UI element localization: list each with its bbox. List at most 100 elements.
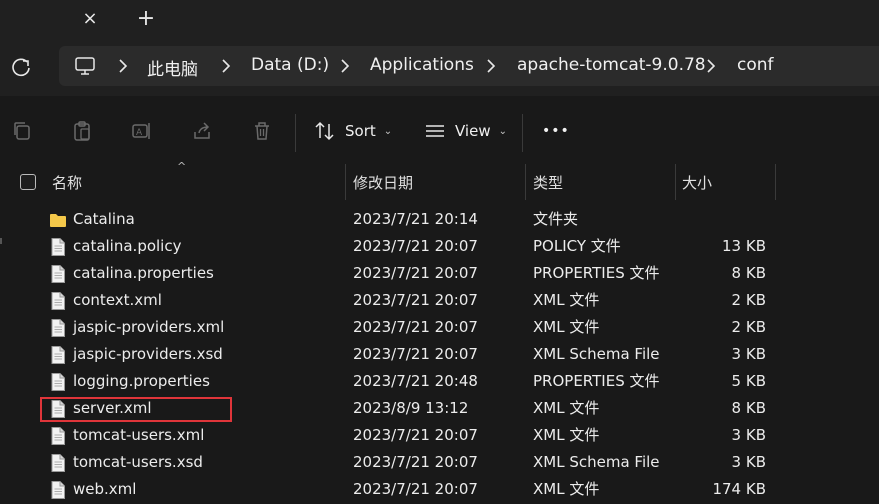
file-name: context.xml [73,291,162,309]
chevron-down-icon: ⌄ [498,125,507,137]
breadcrumb-item-drive[interactable]: Data (D:) [251,55,329,75]
svg-text:A: A [136,128,143,138]
file-size: 8 KB [731,399,766,417]
file-name: web.xml [73,480,137,498]
file-type: PROPERTIES 文件 [533,264,660,282]
chevron-right-icon[interactable] [219,58,233,74]
this-pc-icon[interactable] [74,55,96,77]
toolbar-divider [522,114,523,152]
file-date-modified: 2023/7/21 20:07 [353,345,478,363]
file-size: 5 KB [731,372,766,390]
column-header-row: ^ 名称 修改日期 类型 大小 [0,160,879,200]
file-date-modified: 2023/7/21 20:07 [353,426,478,444]
column-divider[interactable] [775,164,776,200]
file-date-modified: 2023/7/21 20:07 [353,291,478,309]
address-bar[interactable]: 此电脑 Data (D:) Applications apache-tomcat… [59,46,879,86]
file-date-modified: 2023/7/21 20:07 [353,453,478,471]
breadcrumb-item-applications[interactable]: Applications [370,55,474,75]
file-icon [49,480,67,500]
file-icon [49,291,67,311]
column-divider[interactable] [345,164,346,200]
file-date-modified: 2023/8/9 13:12 [353,399,469,417]
file-row[interactable]: catalina.properties 2023/7/21 20:07 PROPER… [0,260,879,287]
paste-icon[interactable] [71,120,93,142]
file-date-modified: 2023/7/21 20:07 [353,480,478,498]
view-button[interactable]: View ⌄ [424,118,507,144]
command-bar: A Sort ⌄ View ⌄ ••• [0,96,879,164]
file-size: 3 KB [731,426,766,444]
chevron-right-icon[interactable] [484,58,498,74]
new-tab-button[interactable]: + [133,5,159,31]
chevron-right-icon[interactable] [338,58,352,74]
file-row[interactable]: context.xml 2023/7/21 20:07 XML 文件 2 KB [0,287,879,314]
rename-icon[interactable]: A [131,120,153,142]
file-date-modified: 2023/7/21 20:07 [353,237,478,255]
share-icon[interactable] [191,120,213,142]
file-date-modified: 2023/7/21 20:07 [353,318,478,336]
file-icon [49,453,67,473]
file-icon [49,237,67,257]
refresh-icon[interactable] [10,56,32,78]
file-row[interactable]: jaspic-providers.xml 2023/7/21 20:07 XML 文… [0,314,879,341]
file-icon [49,426,67,446]
toolbar-divider [295,114,296,152]
chevron-right-icon[interactable] [704,58,718,74]
sort-button[interactable]: Sort ⌄ [314,118,392,144]
file-size: 3 KB [731,345,766,363]
breadcrumb-item-this-pc[interactable]: 此电脑 [147,55,198,80]
file-icon [49,372,67,392]
file-size [676,206,766,233]
file-type: 文件夹 [533,210,579,228]
view-label: View [455,122,491,140]
sort-label: Sort [345,122,376,140]
tab-strip: × + [0,0,879,36]
file-row[interactable]: tomcat-users.xml 2023/7/21 20:07 XML 文件 3 K… [0,422,879,449]
close-tab-button[interactable]: × [77,5,103,31]
breadcrumb-item-conf[interactable]: conf [737,55,774,75]
column-header-type[interactable]: 类型 [533,164,673,200]
file-row[interactable]: logging.properties 2023/7/21 20:48 PROPERT… [0,368,879,395]
file-size: 13 KB [722,237,766,255]
more-icon: ••• [542,123,570,139]
select-all-checkbox[interactable] [20,174,36,190]
file-row[interactable]: jaspic-providers.xsd 2023/7/21 20:07 XML S… [0,341,879,368]
copy-icon[interactable] [11,120,33,142]
file-size: 8 KB [731,264,766,282]
file-date-modified: 2023/7/21 20:07 [353,264,478,282]
file-row[interactable]: tomcat-users.xsd 2023/7/21 20:07 XML Schem… [0,449,879,476]
file-size: 174 KB [712,480,766,498]
file-name: catalina.properties [73,264,214,282]
file-name: jaspic-providers.xsd [73,345,223,363]
column-header-size[interactable]: 大小 [682,164,772,200]
file-name: jaspic-providers.xml [73,318,225,336]
file-icon [49,264,67,284]
column-divider[interactable] [675,164,676,200]
annotation-highlight-box [40,397,232,422]
file-name: catalina.policy [73,237,182,255]
file-size: 2 KB [731,318,766,336]
file-name: tomcat-users.xsd [73,453,203,471]
file-row[interactable]: catalina.policy 2023/7/21 20:07 POLICY 文件 1… [0,233,879,260]
folder-icon [49,210,67,230]
file-type: XML 文件 [533,480,600,498]
sort-icon [315,121,334,141]
file-type: XML 文件 [533,291,600,309]
column-divider[interactable] [525,164,526,200]
file-name: Catalina [73,210,135,228]
file-date-modified: 2023/7/21 20:48 [353,372,478,390]
file-type: XML Schema File [533,453,660,471]
delete-icon[interactable] [251,120,273,142]
more-options-button[interactable]: ••• [542,118,570,144]
file-type: XML 文件 [533,426,600,444]
file-size: 3 KB [731,453,766,471]
file-icon [49,318,67,338]
file-type: XML Schema File [533,345,660,363]
file-type: POLICY 文件 [533,237,621,255]
column-header-name[interactable]: 名称 [52,164,342,200]
column-header-date[interactable]: 修改日期 [353,164,523,200]
breadcrumb-item-tomcat[interactable]: apache-tomcat-9.0.78 [517,55,706,75]
file-row[interactable]: Catalina 2023/7/21 20:14 文件夹 [0,206,879,233]
file-row[interactable]: web.xml 2023/7/21 20:07 XML 文件 174 KB [0,476,879,503]
file-name: logging.properties [73,372,210,390]
chevron-right-icon[interactable] [116,58,130,74]
